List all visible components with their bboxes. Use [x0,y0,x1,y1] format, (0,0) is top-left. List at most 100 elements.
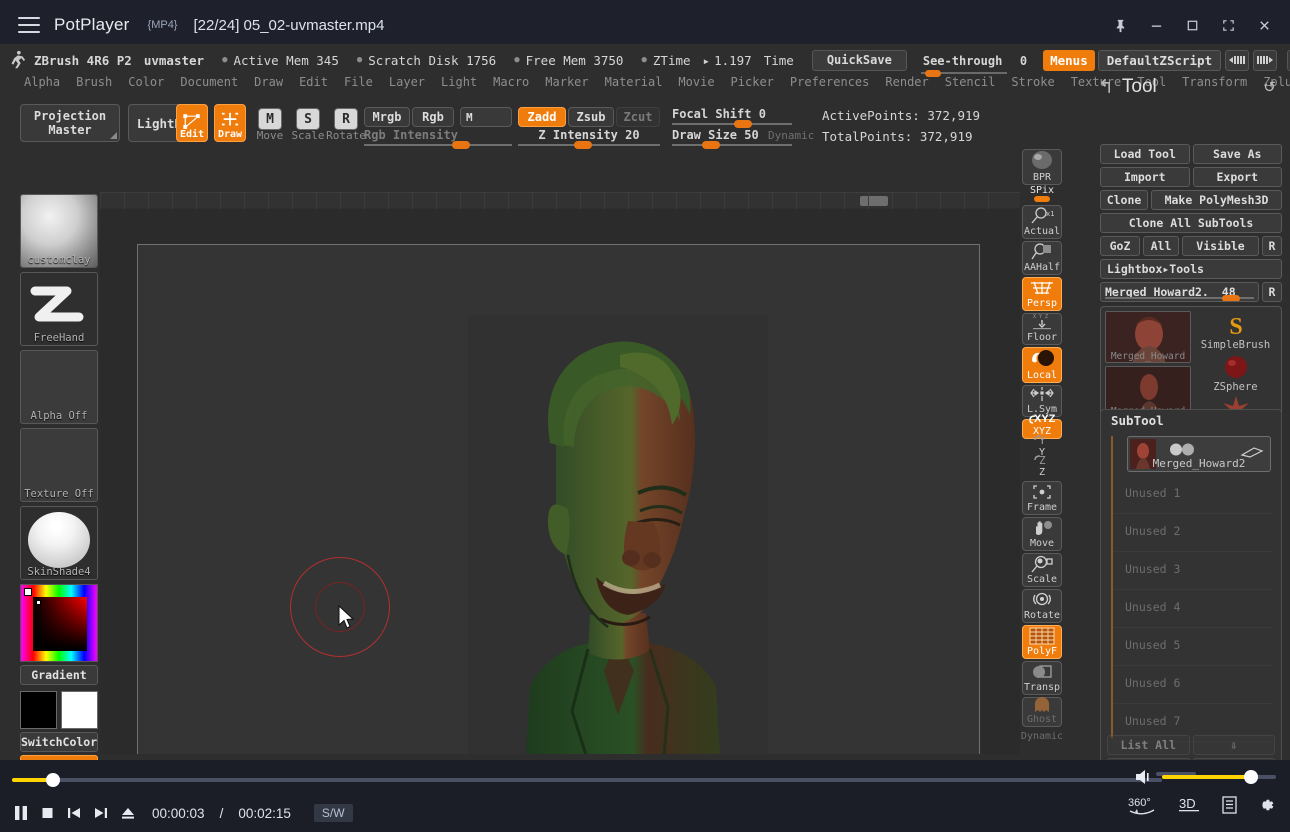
visible-button[interactable]: Visible [1182,236,1259,256]
z-intensity-slider[interactable]: Z Intensity 20 [518,128,660,149]
menu-item-marker[interactable]: Marker [537,74,596,90]
primitive-zsphere[interactable]: ZSphere [1194,353,1277,393]
z-intensity-knob[interactable] [574,141,592,149]
ruler-handle[interactable] [860,196,888,206]
shelf-button-floor[interactable]: X Y Z Floor [1022,313,1062,345]
primary-color-swatch[interactable] [20,691,57,729]
refresh-icon[interactable]: ↺ [1263,78,1276,96]
draw-button[interactable]: Draw [214,104,246,142]
scroll-right-icon[interactable] [1253,49,1278,71]
make-polymesh3d-button[interactable]: Make PolyMesh3D [1151,190,1282,210]
goz-button[interactable]: GoZ [1100,236,1140,256]
zadd-button[interactable]: Zadd [518,107,566,127]
rotate-button[interactable]: R Rotate [326,108,366,142]
subtool-item-unused-6[interactable]: Unused 6 [1113,666,1273,704]
shelf-button-transp[interactable]: Transp [1022,661,1062,695]
menu-hamburger-icon[interactable] [18,17,40,33]
edit-button[interactable]: Edit [176,104,208,142]
subtool-item-unused-3[interactable]: Unused 3 [1113,552,1273,590]
alpha-swatch[interactable]: Alpha Off [20,350,98,424]
shelf-button-scale[interactable]: Scale [1022,553,1062,587]
see-through-slider[interactable]: See-through 0 [920,53,1027,77]
menu-item-file[interactable]: File [336,74,381,90]
subtool-arrow-button[interactable]: ⇩ [1192,735,1275,755]
shelf-button-polyf[interactable]: PolyF [1022,625,1062,659]
quicksave-button[interactable]: QuickSave [811,49,907,71]
subtool-selected-item[interactable]: Merged_Howard2 [1127,436,1271,472]
tool-thumb-merged-howard-1[interactable]: Merged_Howard [1105,311,1191,363]
primitive-simplebrush[interactable]: S SimpleBrush [1194,311,1277,351]
shelf-button-rotate[interactable]: Rotate [1022,589,1062,623]
volume-handle[interactable] [1244,770,1258,784]
subtool-visibility-toggle[interactable] [1168,443,1198,456]
clone-button[interactable]: Clone [1100,190,1148,210]
color-picker[interactable] [20,584,98,662]
canvas-ruler[interactable] [100,192,1020,209]
menu-item-material[interactable]: Material [597,74,671,90]
rgb-button[interactable]: Rgb [412,107,454,127]
360-icon[interactable]: 360° [1125,794,1159,821]
shelf-button-spix[interactable]: SPix [1022,185,1062,203]
material-swatch-skinshade4[interactable]: SkinShade4 [20,506,98,580]
shelf-button-actual[interactable]: x1 Actual [1022,205,1062,239]
lightbox-tools-button[interactable]: Lightbox▸Tools [1100,259,1282,279]
load-tool-button[interactable]: Load Tool [1100,144,1190,164]
material-swatch-customclay[interactable]: customclay [20,194,98,268]
zcut-button[interactable]: Zcut [616,107,660,127]
menu-item-stroke[interactable]: Stroke [1003,74,1062,90]
tool-name-slider[interactable]: Merged_Howard2. 48 [1100,282,1259,302]
zbrush-canvas[interactable] [100,209,1020,754]
menu-item-stencil[interactable]: Stencil [937,74,1004,90]
shelf-button-z[interactable]: ZZ [1022,454,1062,479]
texture-swatch[interactable]: Texture Off [20,428,98,502]
stop-icon[interactable] [41,806,54,820]
fullscreen-icon[interactable] [1212,9,1244,41]
scroll-left-icon[interactable] [1225,49,1250,71]
r-button[interactable]: R [1262,236,1282,256]
subtool-item-unused-4[interactable]: Unused 4 [1113,590,1273,628]
clone-all-subtools-button[interactable]: Clone All SubTools [1100,213,1282,233]
menu-item-preferences[interactable]: Preferences [782,74,877,90]
shelf-button-local[interactable]: Local [1022,347,1062,383]
menu-item-alpha[interactable]: Alpha [16,74,68,90]
shelf-button-persp[interactable]: Persp [1022,277,1062,311]
playlist-icon[interactable] [1221,795,1238,820]
menu-item-render[interactable]: Render [877,74,936,90]
zsub-button[interactable]: Zsub [568,107,614,127]
import-button[interactable]: Import [1100,167,1190,187]
menus-button[interactable]: Menus [1043,49,1095,71]
canvas-document[interactable] [137,244,980,754]
menu-item-document[interactable]: Document [172,74,246,90]
scale-button[interactable]: S Scale [291,108,325,142]
minimize-icon[interactable] [1140,9,1172,41]
save-as-button[interactable]: Save As [1192,144,1282,164]
close-icon[interactable] [1248,9,1280,41]
shelf-button-aahalf[interactable]: AAHalf [1022,241,1062,275]
menu-item-picker[interactable]: Picker [723,74,782,90]
menu-item-layer[interactable]: Layer [381,74,433,90]
zscript-button[interactable]: DefaultZScript [1097,49,1222,71]
menu-item-edit[interactable]: Edit [291,74,336,90]
previous-icon[interactable] [67,806,81,820]
settings-gear-icon[interactable] [1256,795,1276,820]
shelf-button-dynamic[interactable]: Dynamic [1021,729,1063,743]
tool-r-button[interactable]: R [1262,282,1282,302]
focal-shift-knob[interactable] [734,120,752,128]
maximize-icon[interactable] [1176,9,1208,41]
menu-item-color[interactable]: Color [120,74,172,90]
rgb-intensity-knob[interactable] [452,141,470,149]
menu-item-draw[interactable]: Draw [246,74,291,90]
move-button[interactable]: M Move [255,108,285,142]
export-button[interactable]: Export [1192,167,1282,187]
shelf-button-bpr[interactable]: BPR [1022,149,1062,185]
menu-item-light[interactable]: Light [433,74,485,90]
seek-handle[interactable] [46,773,60,787]
subtool-item-unused-5[interactable]: Unused 5 [1113,628,1273,666]
projection-master-button[interactable]: Projection Master [20,104,120,142]
volume-icon[interactable] [1134,768,1154,786]
hue-marker[interactable] [24,588,32,596]
mrgb-button[interactable]: Mrgb [364,107,410,127]
pause-icon[interactable] [14,805,28,821]
next-icon[interactable] [94,806,108,820]
sw-button[interactable]: S/W [313,804,353,822]
